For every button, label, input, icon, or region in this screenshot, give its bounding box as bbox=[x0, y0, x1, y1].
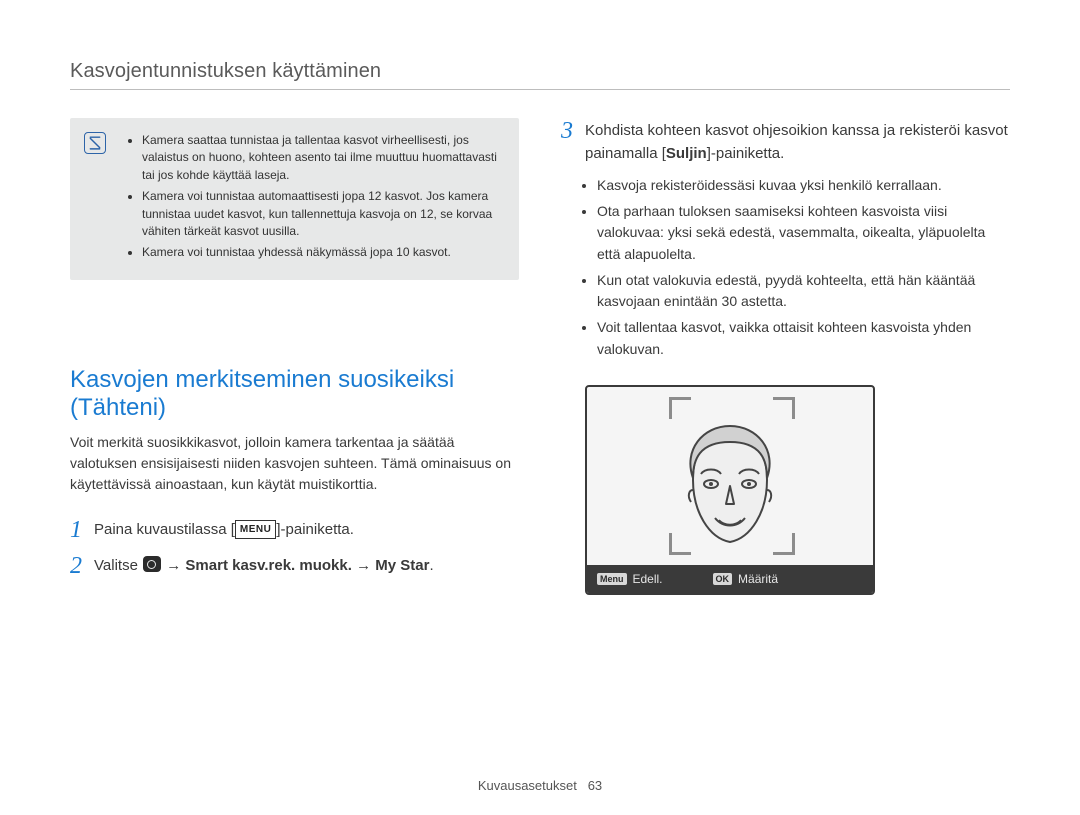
menu-badge-icon: MENU bbox=[235, 520, 276, 539]
guide-corner-icon bbox=[773, 533, 795, 555]
step-3: 3 Kohdista kohteen kasvot ohjesoikion ka… bbox=[561, 118, 1010, 165]
step-number: 3 bbox=[561, 118, 585, 144]
note-item: Kamera saattaa tunnistaa ja tallentaa ka… bbox=[142, 132, 501, 184]
step-3-bullet: Kasvoja rekisteröidessäsi kuvaa yksi hen… bbox=[597, 175, 1010, 197]
step-2-bold1: Smart kasv.rek. muokk. bbox=[185, 557, 351, 574]
note-item: Kamera voi tunnistaa yhdessä näkymässä j… bbox=[142, 244, 501, 261]
camera-icon bbox=[143, 556, 161, 572]
back-label: Edell. bbox=[633, 572, 663, 586]
step-3-prefix: Kohdista kohteen kasvot ohjesoikion kans… bbox=[585, 122, 1008, 162]
step-3-bullet: Ota parhaan tuloksen saamiseksi kohteen … bbox=[597, 201, 1010, 266]
content-columns: Kamera saattaa tunnistaa ja tallentaa ka… bbox=[70, 118, 1010, 595]
step-3-bullet: Kun otat valokuvia edestä, pyydä kohteel… bbox=[597, 270, 1010, 313]
step-2: 2 Valitse → Smart kasv.rek. muokk. → My … bbox=[70, 553, 519, 579]
face-guide-rect bbox=[669, 397, 795, 555]
step-3-suffix: ]-painiketta. bbox=[707, 145, 785, 162]
right-column: 3 Kohdista kohteen kasvot ohjesoikion ka… bbox=[561, 118, 1010, 595]
step-1-body: Paina kuvaustilassa [MENU]-painiketta. bbox=[94, 517, 354, 542]
step-2-arrow1: → bbox=[162, 557, 185, 574]
step-number: 2 bbox=[70, 553, 94, 579]
step-2-body: Valitse → Smart kasv.rek. muokk. → My St… bbox=[94, 553, 434, 578]
section-title: Kasvojen merkitseminen suosikeiksi (Täht… bbox=[70, 366, 519, 422]
screen-bottom-bar: Menu Edell. OK Määritä bbox=[587, 565, 873, 593]
step-number: 1 bbox=[70, 517, 94, 543]
ok-key-icon: OK bbox=[713, 573, 733, 585]
note-icon bbox=[84, 132, 106, 154]
step-2-prefix: Valitse bbox=[94, 557, 142, 574]
step-3-body: Kohdista kohteen kasvot ohjesoikion kans… bbox=[585, 118, 1010, 165]
page-header: Kasvojentunnistuksen käyttäminen bbox=[70, 60, 1010, 90]
note-box: Kamera saattaa tunnistaa ja tallentaa ka… bbox=[70, 118, 519, 280]
screen-body bbox=[587, 387, 873, 593]
step-2-arrow2: → bbox=[352, 557, 375, 574]
note-list: Kamera saattaa tunnistaa ja tallentaa ka… bbox=[128, 132, 501, 262]
page-header-title: Kasvojentunnistuksen käyttäminen bbox=[70, 60, 381, 82]
footer-page-number: 63 bbox=[588, 778, 602, 793]
note-item: Kamera voi tunnistaa automaattisesti jop… bbox=[142, 188, 501, 240]
footer-section: Kuvausasetukset bbox=[478, 778, 577, 793]
step-1-suffix: ]-painiketta. bbox=[276, 521, 354, 538]
step-2-bold2: My Star bbox=[375, 557, 429, 574]
guide-corner-icon bbox=[669, 533, 691, 555]
step-3-bullet: Voit tallentaa kasvot, vaikka ottaisit k… bbox=[597, 317, 1010, 360]
step-1: 1 Paina kuvaustilassa [MENU]-painiketta. bbox=[70, 517, 519, 543]
guide-corner-icon bbox=[773, 397, 795, 419]
steps-left: 1 Paina kuvaustilassa [MENU]-painiketta.… bbox=[70, 517, 519, 580]
page-footer: Kuvausasetukset 63 bbox=[0, 778, 1080, 793]
step-3-bullets: Kasvoja rekisteröidessäsi kuvaa yksi hen… bbox=[561, 175, 1010, 361]
step-1-prefix: Paina kuvaustilassa [ bbox=[94, 521, 235, 538]
section-intro: Voit merkitä suosikkikasvot, jolloin kam… bbox=[70, 432, 519, 495]
camera-screen-preview: Menu Edell. OK Määritä bbox=[585, 385, 875, 595]
menu-key-icon: Menu bbox=[597, 573, 627, 585]
step-3-bold: Suljin bbox=[666, 145, 707, 162]
guide-corner-icon bbox=[669, 397, 691, 419]
left-column: Kamera saattaa tunnistaa ja tallentaa ka… bbox=[70, 118, 519, 595]
set-label: Määritä bbox=[738, 572, 778, 586]
step-2-suffix: . bbox=[429, 557, 433, 574]
